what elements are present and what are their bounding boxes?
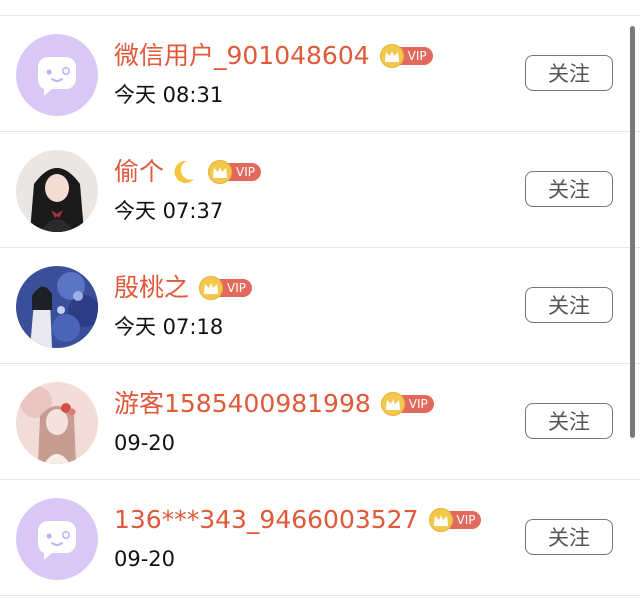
user-name-line: 微信用户_901048604 VIP bbox=[114, 38, 433, 74]
scrollbar[interactable] bbox=[630, 26, 635, 438]
user-name-line: 偷个 VIP bbox=[114, 154, 261, 190]
photo-avatar-girl[interactable] bbox=[16, 150, 98, 232]
photo-avatar-pink[interactable] bbox=[16, 382, 98, 464]
photo-avatar-flowers[interactable] bbox=[16, 266, 98, 348]
visit-time: 09-20 bbox=[114, 547, 176, 571]
follow-button[interactable]: 关注 bbox=[525, 403, 613, 439]
vip-badge: VIP bbox=[379, 44, 433, 68]
vip-badge: VIP bbox=[380, 392, 434, 416]
user-list: 微信用户_901048604 VIP 今天 08:31 关注 偷个 VIP 今天… bbox=[0, 0, 640, 606]
user-name-line: 136***343_9466003527 VIP bbox=[114, 502, 482, 538]
default-avatar-icon[interactable] bbox=[16, 34, 98, 116]
visit-time: 今天 07:18 bbox=[114, 315, 224, 339]
list-item[interactable]: 偷个 VIP 今天 07:37 关注 bbox=[0, 132, 640, 248]
visit-time: 今天 08:31 bbox=[114, 83, 224, 107]
visit-time: 09-20 bbox=[114, 431, 176, 455]
crown-icon bbox=[208, 160, 233, 184]
user-name[interactable]: 游客1585400981998 bbox=[114, 386, 371, 422]
crescent-moon-icon bbox=[174, 160, 195, 183]
list-item[interactable]: 136***343_9466003527 VIP 09-20 关注 bbox=[0, 480, 640, 596]
user-name[interactable]: 殷桃之 bbox=[114, 270, 189, 306]
follow-button[interactable]: 关注 bbox=[525, 171, 613, 207]
list-item[interactable]: 游客1585400981998 VIP 09-20 关注 bbox=[0, 364, 640, 480]
visit-time: 今天 07:37 bbox=[114, 199, 224, 223]
crown-icon bbox=[379, 44, 404, 68]
list-item[interactable]: 微信用户_901048604 VIP 今天 08:31 关注 bbox=[0, 16, 640, 132]
default-avatar-icon[interactable] bbox=[16, 498, 98, 580]
user-name-line: 殷桃之 VIP bbox=[114, 270, 252, 306]
crown-icon bbox=[428, 508, 453, 532]
user-name-line: 游客1585400981998 VIP bbox=[114, 386, 434, 422]
follow-button[interactable]: 关注 bbox=[525, 287, 613, 323]
vip-badge: VIP bbox=[208, 160, 261, 184]
vip-badge: VIP bbox=[199, 276, 252, 300]
user-name[interactable]: 微信用户_901048604 bbox=[114, 38, 370, 74]
vip-badge: VIP bbox=[428, 508, 482, 532]
user-name[interactable]: 偷个 bbox=[114, 154, 164, 190]
follow-button[interactable]: 关注 bbox=[525, 55, 613, 91]
list-item[interactable]: 殷桃之 VIP 今天 07:18 关注 bbox=[0, 248, 640, 364]
follow-button[interactable]: 关注 bbox=[525, 519, 613, 555]
crown-icon bbox=[380, 392, 405, 416]
user-name[interactable]: 136***343_9466003527 bbox=[114, 502, 419, 538]
crown-icon bbox=[199, 276, 224, 300]
